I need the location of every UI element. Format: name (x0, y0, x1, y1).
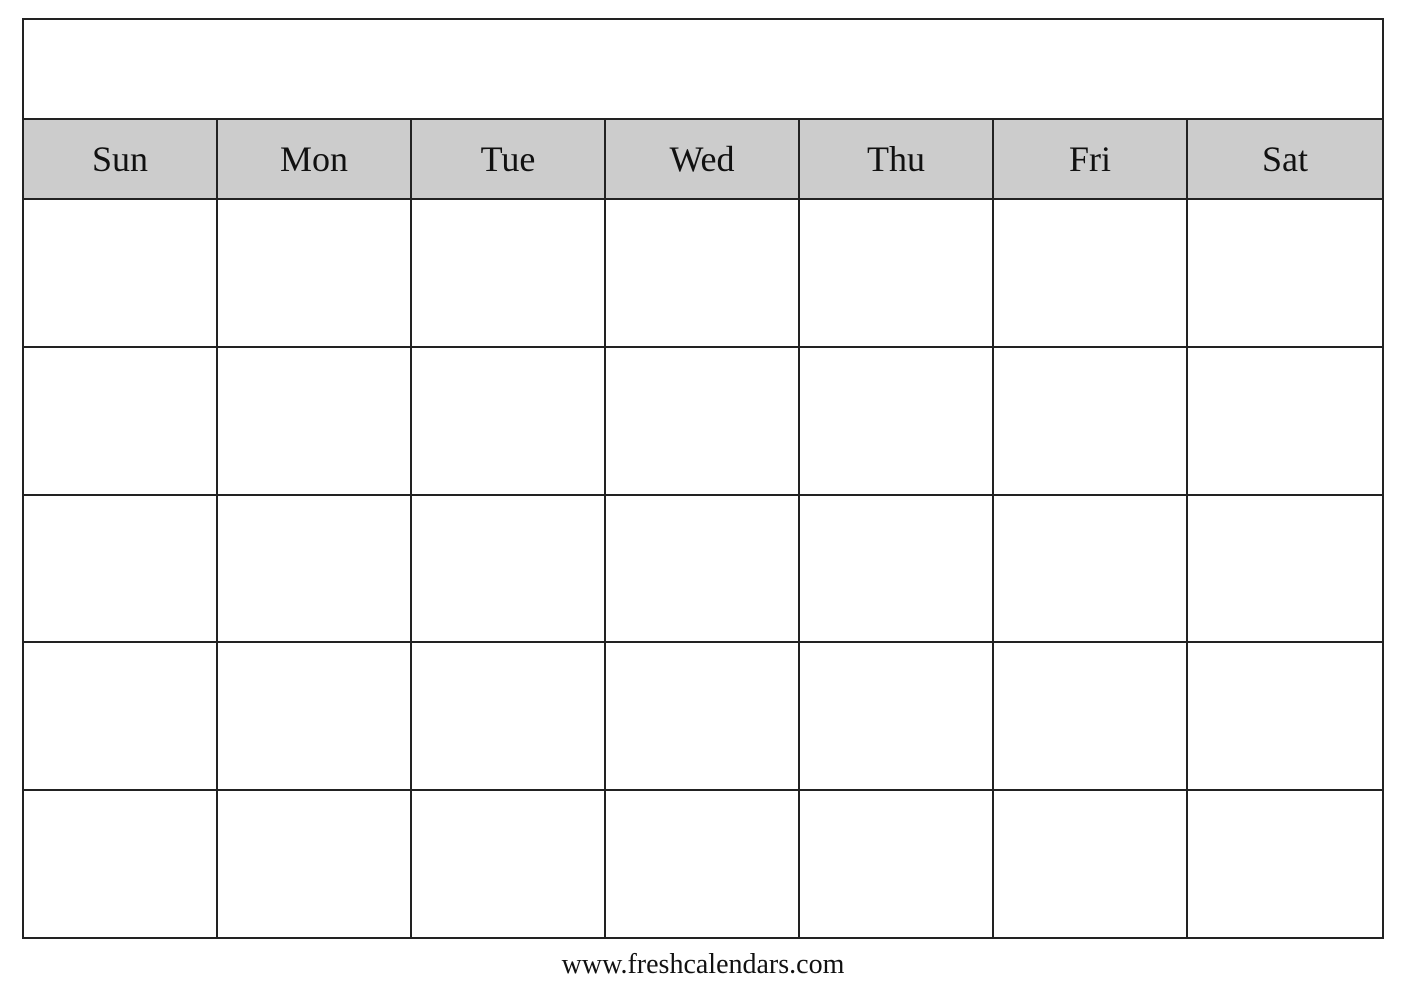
cell-5-6 (994, 791, 1188, 937)
cell-5-7 (1188, 791, 1382, 937)
calendar-row-5 (24, 791, 1382, 937)
cell-2-6 (994, 348, 1188, 494)
cell-1-2 (218, 200, 412, 346)
cell-1-3 (412, 200, 606, 346)
calendar-row-2 (24, 348, 1382, 496)
cell-4-4 (606, 643, 800, 789)
cell-4-2 (218, 643, 412, 789)
header-fri: Fri (994, 120, 1188, 198)
cell-1-6 (994, 200, 1188, 346)
cell-4-3 (412, 643, 606, 789)
calendar-header-row: Sun Mon Tue Wed Thu Fri Sat (24, 120, 1382, 200)
cell-5-5 (800, 791, 994, 937)
cell-5-2 (218, 791, 412, 937)
cell-2-3 (412, 348, 606, 494)
cell-2-4 (606, 348, 800, 494)
cell-2-1 (24, 348, 218, 494)
calendar-title-area (24, 20, 1382, 120)
cell-3-6 (994, 496, 1188, 642)
cell-4-1 (24, 643, 218, 789)
calendar-row-1 (24, 200, 1382, 348)
cell-3-3 (412, 496, 606, 642)
cell-3-4 (606, 496, 800, 642)
header-tue: Tue (412, 120, 606, 198)
cell-4-7 (1188, 643, 1382, 789)
header-sun: Sun (24, 120, 218, 198)
header-sat: Sat (1188, 120, 1382, 198)
header-mon: Mon (218, 120, 412, 198)
cell-1-5 (800, 200, 994, 346)
cell-5-1 (24, 791, 218, 937)
cell-2-2 (218, 348, 412, 494)
cell-4-6 (994, 643, 1188, 789)
cell-1-4 (606, 200, 800, 346)
cell-3-5 (800, 496, 994, 642)
cell-3-1 (24, 496, 218, 642)
cell-3-7 (1188, 496, 1382, 642)
cell-5-4 (606, 791, 800, 937)
calendar-container: Sun Mon Tue Wed Thu Fri Sat (22, 18, 1384, 939)
calendar-body (24, 200, 1382, 937)
header-wed: Wed (606, 120, 800, 198)
cell-3-2 (218, 496, 412, 642)
cell-2-7 (1188, 348, 1382, 494)
cell-1-1 (24, 200, 218, 346)
cell-5-3 (412, 791, 606, 937)
calendar-row-3 (24, 496, 1382, 644)
footer-url: www.freshcalendars.com (22, 939, 1384, 985)
cell-4-5 (800, 643, 994, 789)
calendar-row-4 (24, 643, 1382, 791)
cell-1-7 (1188, 200, 1382, 346)
calendar-table: Sun Mon Tue Wed Thu Fri Sat (24, 120, 1382, 937)
cell-2-5 (800, 348, 994, 494)
header-thu: Thu (800, 120, 994, 198)
